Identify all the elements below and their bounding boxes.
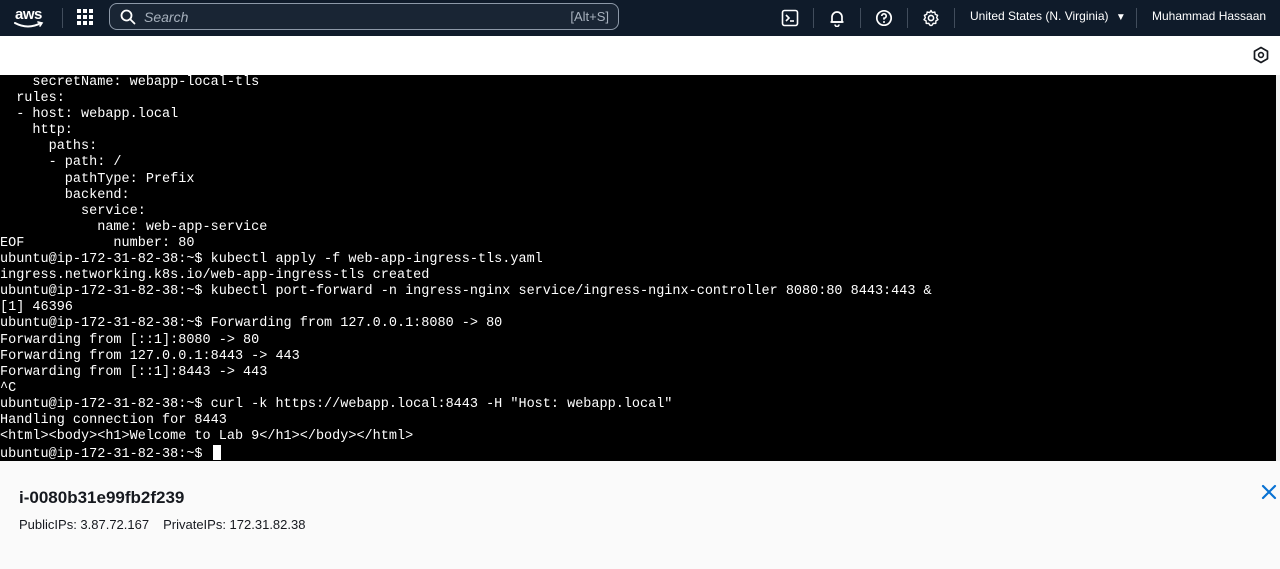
aws-smile-icon — [14, 21, 44, 28]
terminal-line: Forwarding from [::1]:8443 -> 443 — [0, 364, 268, 380]
terminal-line: ubuntu@ip-172-31-82-38:~$ curl -k https:… — [0, 396, 673, 412]
nav-divider — [1136, 8, 1137, 28]
instance-ips: PublicIPs: 3.87.72.167 PrivateIPs: 172.31… — [19, 517, 305, 532]
settings-button[interactable] — [919, 6, 943, 30]
nav-divider — [954, 8, 955, 28]
nav-divider — [860, 8, 861, 28]
terminal-line: Forwarding from [::1]:8080 -> 80 — [0, 332, 260, 348]
terminal-line: ingress.networking.k8s.io/web-app-ingres… — [0, 268, 430, 284]
bell-icon — [830, 11, 844, 27]
hexagon-settings-icon — [1253, 46, 1269, 64]
terminal-line: <html><body><h1>Welcome to Lab 9</h1></b… — [0, 429, 414, 445]
aws-logo[interactable]: aws — [13, 6, 49, 30]
terminal-prompt: ubuntu@ip-172-31-82-38:~$ — [0, 447, 211, 461]
terminal-line: secretName: webapp-local-tls — [0, 75, 260, 90]
help-icon — [875, 9, 893, 27]
terminal-output: secretName: webapp-local-tls rules: - ho… — [0, 75, 932, 461]
nav-divider — [813, 8, 814, 28]
terminal-line: rules: — [0, 91, 65, 107]
terminal-line: [1] 46396 — [0, 300, 73, 316]
gear-icon — [923, 9, 939, 27]
help-button[interactable] — [872, 6, 896, 30]
public-ips: PublicIPs: 3.87.72.167 — [19, 517, 150, 532]
region-selector[interactable]: United States (N. Virginia) ▼ — [970, 9, 1126, 23]
cloudshell-icon — [781, 9, 799, 27]
cloudshell-button[interactable] — [778, 6, 802, 30]
terminal-line: Forwarding from 127.0.0.1:8443 -> 443 — [0, 348, 300, 364]
user-name: Muhammad Hassaan — [1152, 9, 1267, 23]
services-grid-icon[interactable] — [76, 8, 96, 28]
terminal-line: - host: webapp.local — [0, 107, 179, 123]
terminal-line: EOF number: 80 — [0, 235, 195, 251]
notifications-button[interactable] — [825, 6, 849, 30]
session-settings-button[interactable] — [1252, 46, 1272, 66]
terminal-line: ubuntu@ip-172-31-82-38:~$ kubectl port-f… — [0, 284, 932, 300]
search-icon — [120, 9, 136, 30]
terminal-line: service: — [0, 203, 146, 219]
terminal-cursor — [212, 445, 221, 461]
terminal-line: ^C — [0, 380, 17, 396]
search-input[interactable]: Search [Alt+S] — [109, 3, 619, 30]
close-panel-button[interactable] — [1261, 484, 1279, 502]
terminal-line: paths: — [0, 139, 98, 155]
search-shortcut: [Alt+S] — [570, 9, 609, 24]
terminal-scrollbar[interactable] — [1276, 75, 1280, 461]
instance-info-panel: i-0080b31e99fb2f239 PublicIPs: 3.87.72.1… — [0, 461, 1280, 569]
terminal-line: name: web-app-service — [0, 219, 268, 235]
terminal-line: backend: — [0, 187, 130, 203]
terminal-line: Handling connection for 8443 — [0, 412, 227, 428]
session-toolbar — [0, 36, 1280, 75]
nav-divider — [907, 8, 908, 28]
private-ips: PrivateIPs: 172.31.82.38 — [163, 517, 306, 532]
account-menu[interactable]: Muhammad Hassaan — [1152, 9, 1266, 23]
nav-divider — [62, 8, 63, 28]
close-icon — [1261, 484, 1277, 500]
search-placeholder: Search — [144, 9, 189, 25]
region-label: United States (N. Virginia) — [970, 9, 1109, 23]
top-nav: aws Search [Alt+S] United States (N. Vir… — [0, 0, 1280, 36]
terminal-line: http: — [0, 123, 73, 139]
terminal-line: ubuntu@ip-172-31-82-38:~$ kubectl apply … — [0, 252, 543, 268]
terminal-prompt-line: ubuntu@ip-172-31-82-38:~$ — [0, 445, 932, 461]
terminal-line: pathType: Prefix — [0, 171, 195, 187]
terminal[interactable]: secretName: webapp-local-tls rules: - ho… — [0, 75, 1276, 461]
caret-down-icon: ▼ — [1115, 12, 1126, 23]
terminal-line: ubuntu@ip-172-31-82-38:~$ Forwarding fro… — [0, 316, 503, 332]
terminal-line: - path: / — [0, 155, 122, 171]
instance-id: i-0080b31e99fb2f239 — [19, 488, 185, 507]
